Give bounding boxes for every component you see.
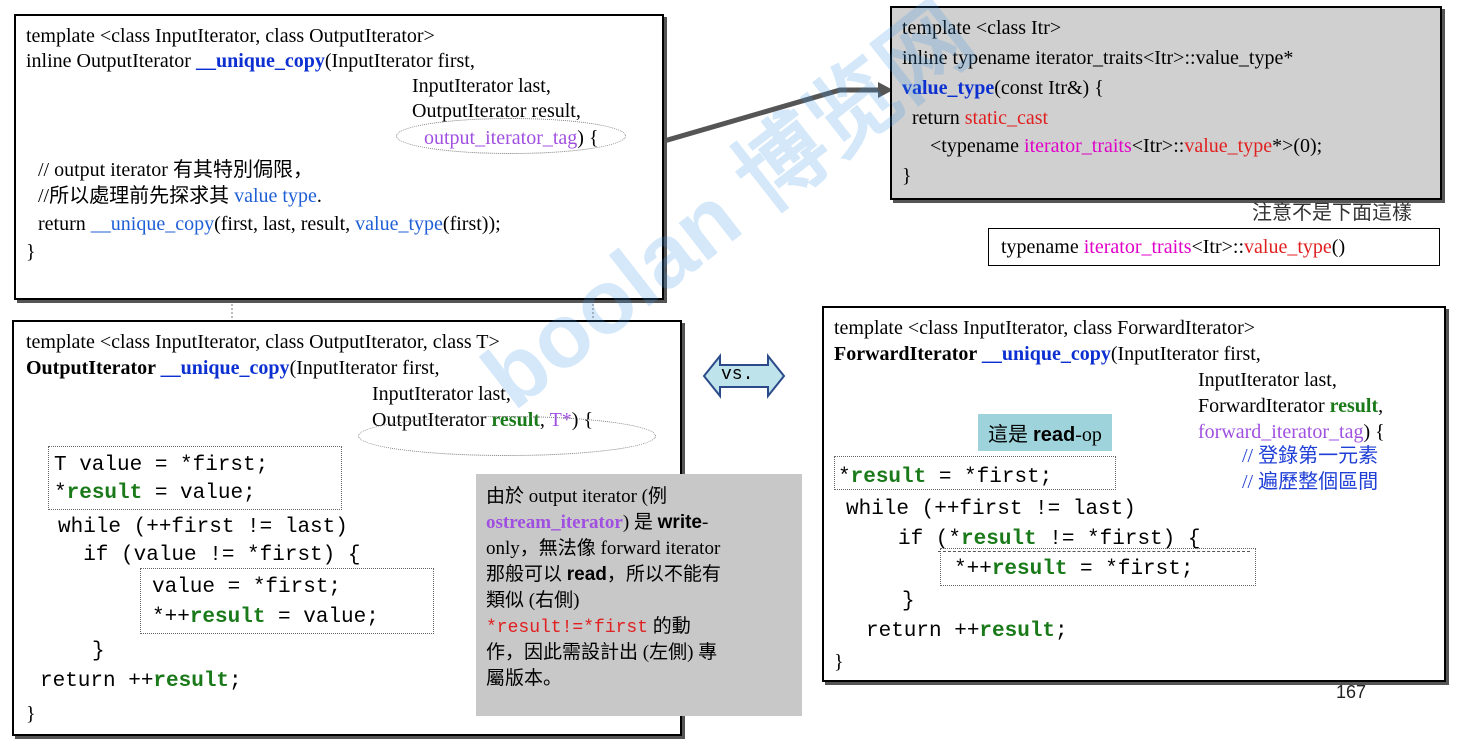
return-line: return static_cast (912, 107, 1049, 129)
signature-line: ForwardIterator __unique_copy(InputItera… (834, 343, 1261, 365)
code-line-4: if (value != *first) { (58, 544, 361, 567)
param-tag: forward_iterator_tag) { (1198, 421, 1385, 443)
note-line-6: *result!=*first 的動 (486, 616, 691, 638)
underline-compare (938, 551, 1250, 552)
note-not-this: 注意不是下面這樣 (1252, 202, 1412, 224)
template-line: template <class InputIterator, class For… (834, 317, 1256, 339)
code-line-3: while (++first != last) (58, 516, 348, 539)
vs-label: vs. (721, 365, 754, 385)
alt-expression: typename iterator_traits<Itr>::value_typ… (1001, 236, 1346, 258)
note-line-3: only，無法像 forward iterator (486, 538, 721, 559)
return-line: return __unique_copy(first, last, result… (38, 213, 501, 235)
code-line-7: } (92, 640, 105, 663)
close-brace: } (902, 165, 912, 187)
note-line-5: 類似 (右側) (486, 590, 580, 611)
page-number: 167 (1336, 682, 1367, 702)
comment-traverse: // 遍歷整個區間 (1242, 471, 1379, 493)
note-line-8: 屬版本。 (486, 668, 563, 689)
alt-expression-box: typename iterator_traits<Itr>::value_typ… (988, 228, 1440, 266)
tag-highlight-ellipse (396, 118, 626, 154)
param-last: InputIterator last, (412, 75, 551, 97)
code-line-8: return ++result; (40, 670, 242, 693)
code-line-2: while (++first != last) (846, 498, 1136, 521)
explanation-note: 由於 output iterator (例 ostream_iterator) … (476, 474, 802, 716)
read-op-label: 這是 read-op (978, 414, 1112, 451)
template-line: template <class Itr> (902, 17, 1062, 39)
return-type-line: inline typename iterator_traits<Itr>::va… (902, 47, 1294, 69)
highlight-first-assign (834, 456, 1116, 490)
template-line: template <class InputIterator, class Out… (26, 331, 500, 353)
close-brace: } (26, 241, 36, 263)
highlight-inner-block (140, 568, 434, 634)
highlight-inner-assign (940, 548, 1256, 586)
code-box-value-type: template <class Itr> inline typename ite… (890, 6, 1442, 200)
note-line-7: 作，因此需設計出 (左側) 專 (486, 642, 718, 663)
highlight-first-block (48, 446, 342, 510)
code-box-forward-iterator-version: template <class InputIterator, class For… (822, 306, 1446, 682)
code-line-5: } (902, 590, 915, 613)
note-line-1: 由於 output iterator (例 (486, 486, 667, 507)
comment-first-element: // 登錄第一元素 (1242, 445, 1379, 467)
code-line-6: return ++result; (866, 620, 1068, 643)
comment-line-1: // output iterator 有其特別侷限， (38, 159, 313, 181)
param-result: ForwardIterator result, (1198, 395, 1384, 417)
param-last: InputIterator last, (1198, 369, 1337, 391)
note-line-2: ostream_iterator) 是 write- (486, 512, 709, 533)
note-line-4: 那般可以 read，所以不能有 (486, 564, 721, 585)
signature-line: value_type(const Itr&) { (902, 77, 1104, 99)
signature-line: inline OutputIterator __unique_copy(Inpu… (26, 50, 475, 72)
template-line: template <class InputIterator, class Out… (26, 25, 435, 47)
code-box-unique-copy-dispatch: template <class InputIterator, class Out… (14, 14, 664, 300)
param-last: InputIterator last, (372, 383, 511, 405)
close-brace: } (26, 703, 36, 725)
result-highlight-ellipse (358, 416, 656, 456)
signature-line: OutputIterator __unique_copy(InputIterat… (26, 357, 440, 379)
cast-line: <typename iterator_traits<Itr>::value_ty… (930, 135, 1323, 157)
close-brace: } (834, 651, 844, 673)
comment-line-2: //所以處理前先探求其 value type. (38, 185, 322, 207)
